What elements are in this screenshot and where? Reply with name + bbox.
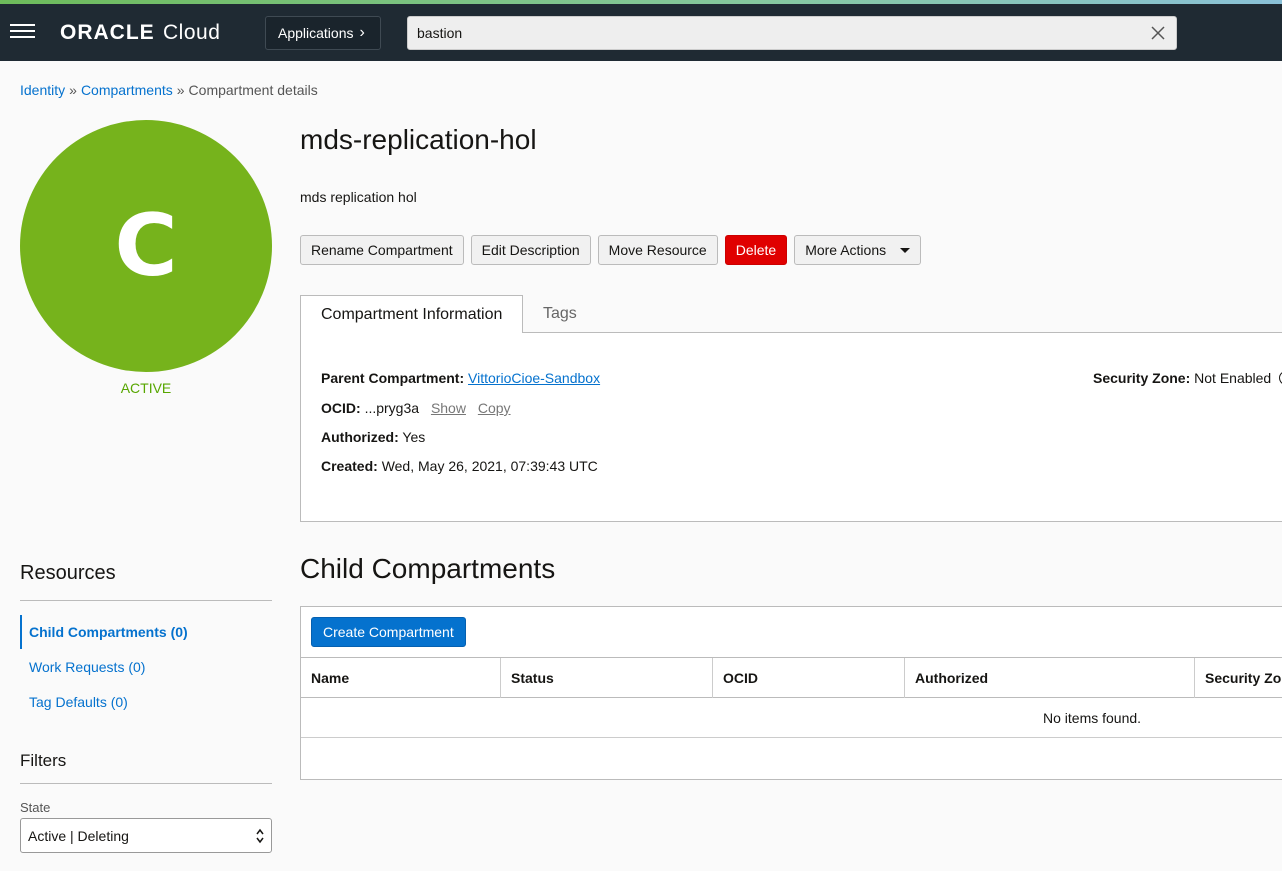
oracle-cloud-logo[interactable]: ORACLE Cloud <box>60 21 220 45</box>
close-icon[interactable] <box>1148 23 1168 43</box>
top-navigation-bar: ORACLE Cloud Applications › <box>0 0 1282 61</box>
ocid-row: OCID: ...pryg3a Show Copy <box>321 400 511 416</box>
column-header-name[interactable]: Name <box>301 658 501 698</box>
compartment-avatar: C <box>20 120 272 372</box>
caret-down-icon <box>900 247 911 253</box>
breadcrumb-separator: » <box>176 82 185 98</box>
resource-child-compartments[interactable]: Child Compartments (0) <box>20 615 272 649</box>
security-zone-row: Security Zone: Not Enabled <box>1093 370 1282 386</box>
created-value: Wed, May 26, 2021, 07:39:43 UTC <box>381 458 598 474</box>
child-compartments-title: Child Compartments <box>300 553 556 584</box>
compartment-info-panel: Parent Compartment: VittorioCioe-Sandbox… <box>300 333 1282 522</box>
state-select-value: Active | Deleting <box>28 827 129 844</box>
compartment-description: mds replication hol <box>300 189 417 205</box>
tab-compartment-information[interactable]: Compartment Information <box>300 295 523 334</box>
page-title: mds-replication-hol <box>300 124 537 155</box>
breadcrumb-separator: » <box>69 82 77 98</box>
security-zone-value: Not Enabled <box>1194 370 1272 386</box>
rename-compartment-button[interactable]: Rename Compartment <box>300 235 464 265</box>
parent-compartment-row: Parent Compartment: VittorioCioe-Sandbox <box>321 370 600 386</box>
avatar-letter: C <box>114 196 178 296</box>
accent-stripe <box>0 0 1282 4</box>
delete-button[interactable]: Delete <box>724 235 788 265</box>
empty-table-message: No items found. <box>301 698 1282 738</box>
parent-compartment-label: Parent Compartment: <box>321 370 465 386</box>
search-box <box>407 16 1177 50</box>
action-bar: Rename Compartment Edit Description Move… <box>300 235 922 265</box>
state-label: State <box>20 800 51 815</box>
tab-tags[interactable]: Tags <box>543 295 577 333</box>
state-select[interactable]: Active | Deleting <box>20 818 272 853</box>
column-header-status[interactable]: Status <box>501 658 713 698</box>
divider <box>20 600 272 601</box>
created-row: Created: Wed, May 26, 2021, 07:39:43 UTC <box>321 458 598 474</box>
parent-compartment-link[interactable]: VittorioCioe-Sandbox <box>468 370 600 386</box>
hamburger-menu-icon[interactable] <box>10 24 35 40</box>
no-items-text: No items found. <box>1043 709 1142 726</box>
tab-bar: Compartment Information Tags <box>300 295 1282 334</box>
move-resource-button[interactable]: Move Resource <box>597 235 718 265</box>
status-badge: ACTIVE <box>120 380 172 396</box>
more-actions-label: More Actions <box>805 242 887 258</box>
filters-title: Filters <box>20 751 67 770</box>
resources-title: Resources <box>20 562 116 584</box>
security-zone-label: Security Zone: <box>1093 370 1191 386</box>
table-header: Name Status OCID Authorized Security Zo <box>301 657 1282 698</box>
ocid-copy-link[interactable]: Copy <box>478 400 511 416</box>
divider <box>20 783 272 784</box>
column-header-authorized[interactable]: Authorized <box>905 658 1195 698</box>
search-input[interactable] <box>408 17 1128 49</box>
ocid-show-link[interactable]: Show <box>431 400 466 416</box>
breadcrumb: Identity» Compartments» Compartment detail… <box>20 82 318 98</box>
column-header-ocid[interactable]: OCID <box>713 658 905 698</box>
child-compartments-table: Create Compartment Name Status OCID Auth… <box>300 606 1282 780</box>
select-updown-icon <box>256 828 264 844</box>
created-label: Created: <box>321 458 378 474</box>
ocid-value: ...pryg3a <box>364 400 420 416</box>
breadcrumb-current: Compartment details <box>188 82 318 98</box>
create-compartment-button[interactable]: Create Compartment <box>311 617 466 647</box>
authorized-value: Yes <box>402 429 426 445</box>
chevron-right-icon: › <box>359 24 365 41</box>
more-actions-button[interactable]: More Actions <box>794 235 922 265</box>
resource-tag-defaults[interactable]: Tag Defaults (0) <box>20 685 272 719</box>
breadcrumb-compartments[interactable]: Compartments <box>81 82 173 98</box>
applications-label: Applications <box>278 25 354 41</box>
column-header-security-zone[interactable]: Security Zo <box>1195 658 1282 698</box>
applications-button[interactable]: Applications › <box>265 16 381 50</box>
ocid-label: OCID: <box>321 400 361 416</box>
authorized-label: Authorized: <box>321 429 399 445</box>
breadcrumb-identity[interactable]: Identity <box>20 82 65 98</box>
resource-work-requests[interactable]: Work Requests (0) <box>20 650 272 684</box>
edit-description-button[interactable]: Edit Description <box>470 235 591 265</box>
authorized-row: Authorized: Yes <box>321 429 425 445</box>
